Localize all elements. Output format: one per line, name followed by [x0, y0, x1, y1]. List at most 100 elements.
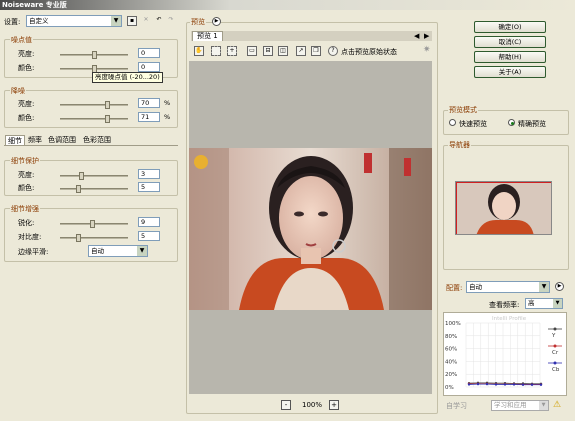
legend-label: Cb — [552, 367, 560, 373]
hand-tool-icon[interactable]: ✋ — [194, 46, 204, 56]
slider-thumb[interactable] — [92, 51, 97, 59]
tab-divider — [4, 145, 178, 146]
preview-image[interactable] — [189, 148, 432, 310]
zoom-out-button[interactable]: - — [281, 400, 291, 410]
learn-label: 自学习 — [446, 402, 467, 410]
help-icon[interactable]: ? — [328, 46, 338, 56]
protection-color-input[interactable]: 5 — [138, 182, 160, 192]
edge-smooth-select[interactable]: 自动 ▼ — [88, 245, 148, 257]
chevron-down-icon[interactable]: ▼ — [111, 16, 121, 26]
preset-select[interactable]: 自定义 ▼ — [26, 15, 122, 27]
copy-preview-icon[interactable]: ❐ — [311, 46, 321, 56]
noise-color-input[interactable]: 0 — [138, 62, 160, 72]
slider-thumb[interactable] — [76, 185, 81, 193]
percent-unit: % — [164, 99, 171, 107]
settings-label: 设置: — [4, 18, 21, 26]
play-icon[interactable]: ▶ — [555, 282, 564, 291]
series-point — [467, 383, 471, 386]
series-point — [476, 382, 480, 386]
sharpen-label: 锐化: — [18, 219, 35, 227]
navigator-thumbnail[interactable] — [455, 181, 552, 235]
learn-apply-select[interactable]: 学习和应用 ▼ — [491, 400, 549, 411]
series-point — [539, 383, 543, 386]
chevron-down-icon[interactable]: ▼ — [137, 246, 147, 256]
detail-enhancement-title: 细节增强 — [10, 204, 40, 214]
series-point — [503, 383, 507, 386]
slider-thumb[interactable] — [79, 172, 84, 180]
chevron-down-icon[interactable]: ▼ — [539, 401, 548, 410]
protection-brightness-slider[interactable] — [60, 172, 128, 180]
help-button[interactable]: 帮助(H) — [474, 51, 546, 63]
profile-value: 自动 — [469, 283, 482, 291]
slider-thumb[interactable] — [105, 115, 111, 123]
about-button[interactable]: 关于(A) — [474, 66, 546, 78]
profile-select[interactable]: 自动 ▼ — [466, 281, 550, 293]
tab-tone-range[interactable]: 色调范围 — [46, 135, 78, 145]
frequency-chart-svg: 100% 80% 60% 40% 20% 0% Intelli Profile Y Cr Cb — [445, 316, 562, 391]
delete-icon[interactable]: ✕ — [141, 16, 151, 26]
preset-value: 自定义 — [29, 17, 49, 25]
slider-thumb[interactable] — [76, 234, 81, 242]
scroll-left-icon[interactable]: ◀ — [414, 32, 419, 40]
legend-label: Cr — [552, 350, 559, 356]
scroll-right-icon[interactable]: ▶ — [424, 32, 429, 40]
redo-icon[interactable]: ↷ — [166, 16, 176, 26]
preview-tabbar — [191, 31, 432, 41]
reduction-color-input[interactable]: 71 — [138, 112, 160, 122]
chevron-down-icon[interactable]: ▼ — [539, 282, 549, 292]
y-tick-label: 100% — [445, 321, 461, 327]
preview-title: 预览 — [190, 17, 206, 27]
percent-unit: % — [164, 113, 171, 121]
fast-preview-radio[interactable] — [449, 119, 456, 126]
noise-brightness-slider[interactable] — [60, 51, 128, 59]
contrast-input[interactable]: 5 — [138, 231, 160, 241]
undo-icon[interactable]: ↶ — [154, 16, 164, 26]
view-frequency-label: 查看频率: — [489, 301, 520, 309]
marquee-tool-icon[interactable] — [211, 46, 221, 56]
frequency-value: 高 — [528, 299, 535, 307]
tab-color-range[interactable]: 色彩范围 — [81, 135, 113, 145]
tab-frequency[interactable]: 频率 — [26, 135, 44, 145]
zoom-level: 100% — [302, 401, 323, 409]
new-preview-icon[interactable]: ↗ — [296, 46, 306, 56]
series-point — [530, 383, 534, 386]
contrast-slider[interactable] — [60, 234, 128, 242]
sharpen-slider[interactable] — [60, 220, 128, 228]
split-vertical-icon[interactable]: ◫ — [278, 46, 288, 56]
y-tick-label: 20% — [445, 372, 457, 378]
tab-detail[interactable]: 细节 — [5, 135, 25, 145]
single-view-icon[interactable]: ▭ — [247, 46, 257, 56]
slider-thumb[interactable] — [104, 101, 110, 109]
reduction-color-slider[interactable] — [60, 115, 128, 123]
radio-selected-dot — [510, 121, 514, 125]
frequency-select[interactable]: 高 ▼ — [525, 298, 563, 309]
protection-brightness-input[interactable]: 3 — [138, 169, 160, 179]
photo-portrait — [189, 148, 432, 310]
save-icon[interactable]: ▪ — [127, 16, 137, 26]
tab-preview-1[interactable]: 预览 1 — [192, 31, 223, 41]
protection-color-slider[interactable] — [60, 185, 128, 193]
split-horizontal-icon[interactable]: ⊟ — [263, 46, 273, 56]
marquee-add-icon[interactable]: + — [227, 46, 237, 56]
sharpen-input[interactable]: 9 — [138, 217, 160, 227]
accurate-preview-label: 精确预览 — [518, 120, 546, 128]
noise-brightness-input[interactable]: 0 — [138, 48, 160, 58]
chevron-down-icon[interactable]: ▼ — [553, 299, 562, 308]
legend-marker — [553, 361, 557, 365]
edge-smooth-label: 边缘平滑: — [18, 248, 49, 256]
reduction-color-label: 颜色: — [18, 114, 35, 122]
reduction-brightness-input[interactable]: 70 — [138, 98, 160, 108]
y-tick-label: 80% — [445, 334, 457, 340]
y-tick-label: 0% — [445, 385, 454, 391]
cancel-button[interactable]: 取消(C) — [474, 36, 546, 48]
detail-protection-title: 细节保护 — [10, 156, 40, 166]
zoom-in-button[interactable]: + — [329, 400, 339, 410]
ok-button[interactable]: 确定(O) — [474, 21, 546, 33]
reduction-brightness-slider[interactable] — [60, 101, 128, 109]
sparkle-icon: ✷ — [423, 45, 431, 55]
play-icon[interactable]: ▶ — [212, 17, 221, 26]
noise-color-slider[interactable] — [60, 65, 128, 73]
photo-thumbnail — [456, 182, 551, 234]
slider-thumb[interactable] — [90, 220, 95, 228]
accurate-preview-radio[interactable] — [508, 119, 515, 126]
